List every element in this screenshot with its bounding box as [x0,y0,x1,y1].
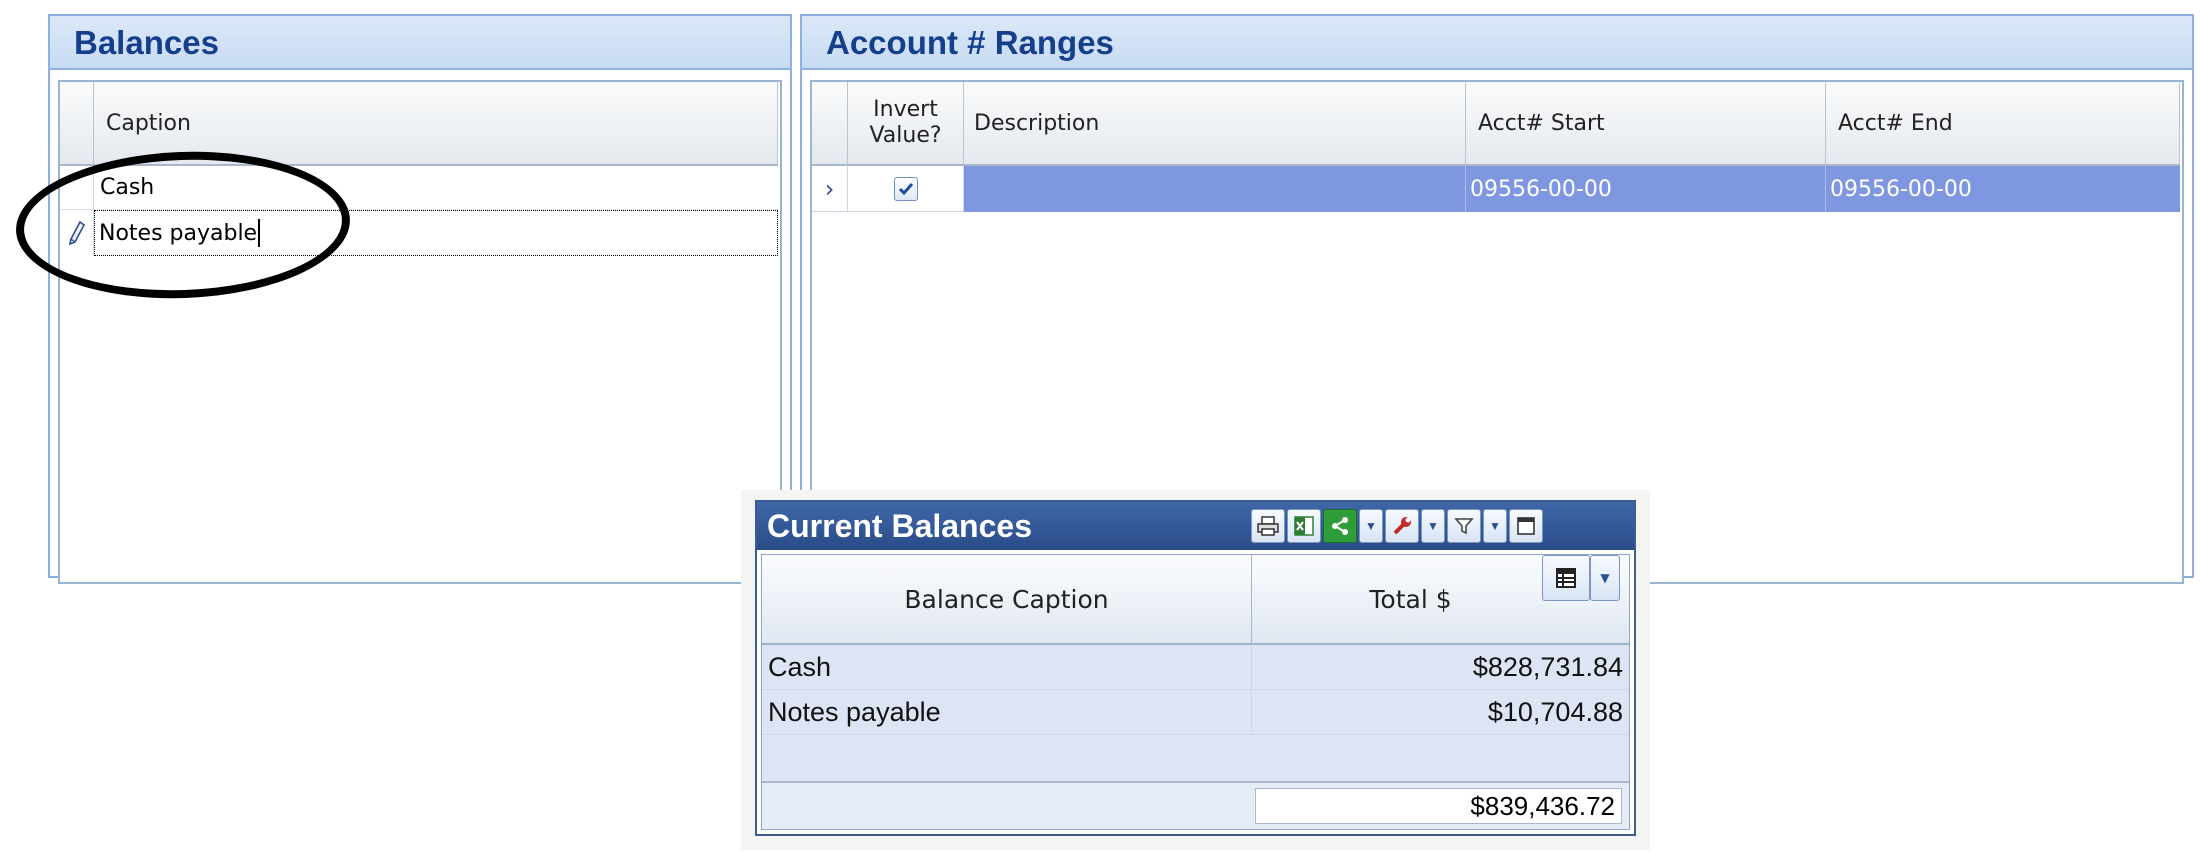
total-cell: $10,704.88 [1487,696,1623,727]
table-row[interactable]: Cash $828,731.84 [762,645,1629,690]
row-indicator-header [60,82,94,166]
current-balances-title-bar: Current Balances ▼ ▼ ▼ [757,502,1634,550]
acct-end-cell[interactable]: 09556-00-00 [1826,166,2180,212]
filter-icon[interactable] [1447,509,1481,543]
table-row[interactable]: Notes payable $10,704.88 [762,690,1629,735]
share-dropdown-chevron-down-icon[interactable]: ▼ [1359,509,1383,543]
balance-caption-column-header[interactable]: Balance Caption [762,555,1252,645]
acct-start-cell[interactable]: 09556-00-00 [1466,166,1826,212]
total-column-header-label: Total $ [1369,584,1452,614]
total-cell: $828,731.84 [1472,651,1623,682]
share-icon[interactable] [1323,509,1357,543]
current-balances-frame: Current Balances ▼ ▼ ▼ Balance Caption T… [741,490,1650,850]
grand-total-value: $839,436.72 [1255,788,1622,824]
acct-start-column-header[interactable]: Acct# Start [1466,82,1826,166]
invert-value-column-header[interactable]: Invert Value? [848,82,964,166]
current-row-chevron-icon[interactable]: › [812,166,848,212]
summary-footer: $839,436.72 [762,781,1629,829]
wrench-dropdown-chevron-down-icon[interactable]: ▼ [1421,509,1445,543]
filter-dropdown-chevron-down-icon[interactable]: ▼ [1483,509,1507,543]
print-icon[interactable] [1251,509,1285,543]
excel-export-icon[interactable] [1287,509,1321,543]
row-indicator-header [812,82,848,166]
balance-caption-cell: Notes payable [762,690,1252,734]
maximize-icon[interactable] [1509,509,1543,543]
column-chooser-icon[interactable] [1542,555,1590,601]
balance-caption-cell: Cash [762,645,1252,689]
balances-title: Balances [50,16,790,70]
acct-end-column-header[interactable]: Acct# End [1826,82,2180,166]
wrench-icon[interactable] [1385,509,1419,543]
account-ranges-title: Account # Ranges [802,16,2192,70]
current-balances-panel: Current Balances ▼ ▼ ▼ Balance Caption T… [755,500,1636,836]
description-cell[interactable] [964,166,1466,212]
column-chooser-dropdown-chevron-down-icon[interactable]: ▼ [1590,555,1620,601]
current-balances-title: Current Balances [767,508,1032,544]
current-balances-grid: Balance Caption Total $ ▼ Cash $828,731.… [761,554,1630,830]
invert-value-checkbox[interactable] [893,176,918,201]
invert-value-cell[interactable] [848,166,964,212]
description-column-header[interactable]: Description [964,82,1466,166]
